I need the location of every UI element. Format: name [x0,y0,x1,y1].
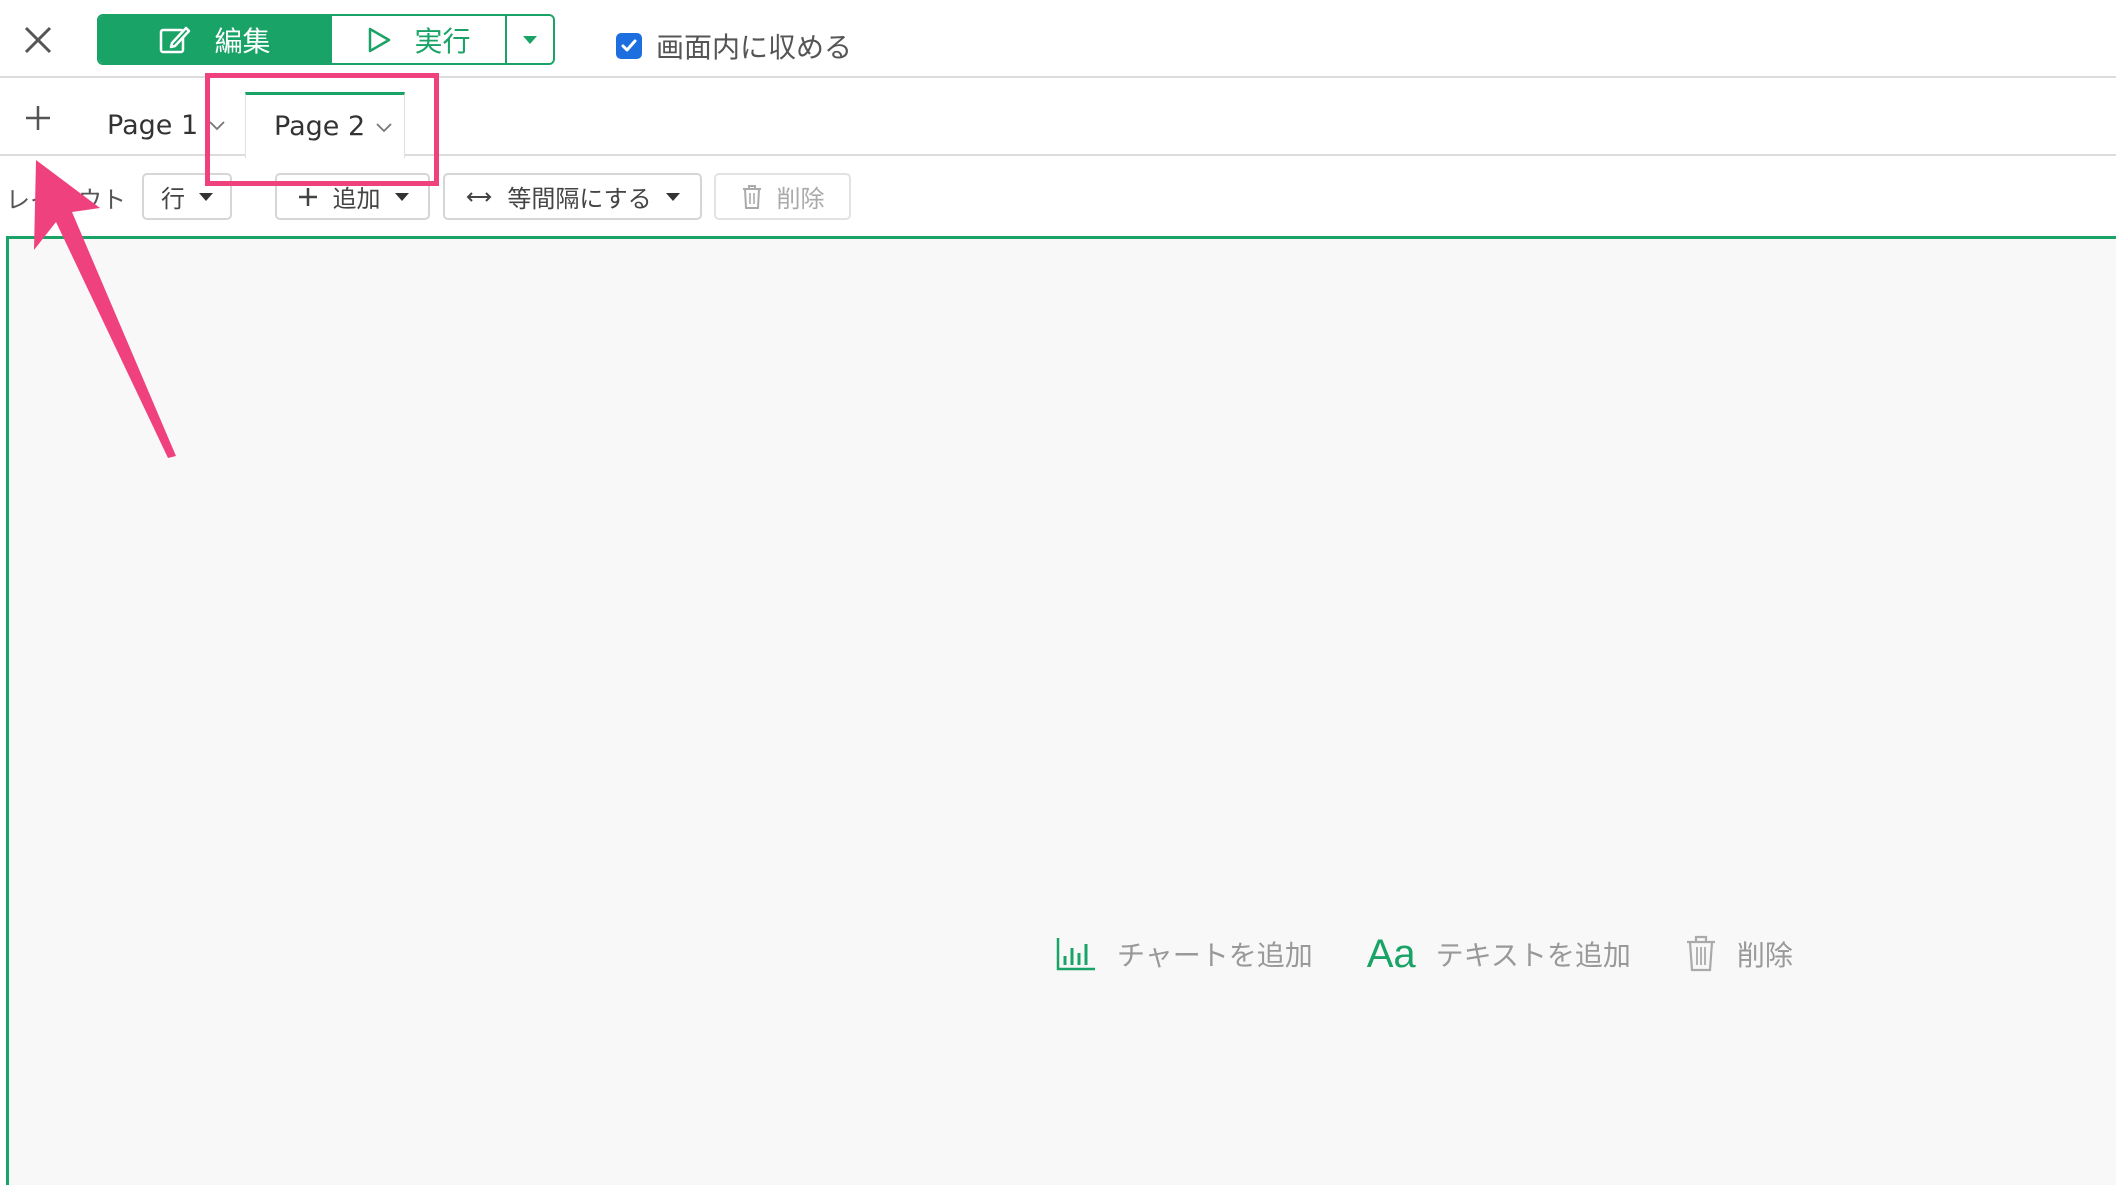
add-chart-button[interactable]: チャートを追加 [1055,934,1313,974]
text-icon: Aa [1366,932,1416,976]
plus-icon [298,187,317,206]
equal-spacing-button[interactable]: 等間隔にする [443,173,702,220]
tab-label: Page 2 [274,111,366,142]
fit-to-screen-label: 画面内に収める [656,31,853,64]
add-chart-label: チャートを追加 [1117,939,1313,972]
caret-down-icon [665,192,680,201]
chevron-down-icon[interactable] [208,119,226,131]
add-text-label: テキストを追加 [1435,939,1631,972]
empty-cell-actions: チャートを追加 Aa テキストを追加 削除 [1055,934,1847,974]
tab-label: Page 1 [107,109,199,141]
run-mode-button[interactable]: 実行 [330,16,505,63]
dashboard-canvas[interactable] [6,236,2116,1185]
delete-button[interactable]: 削除 [714,173,851,220]
checkbox-checked-icon[interactable] [616,33,642,59]
close-button[interactable] [18,20,58,60]
delete-label: 削除 [776,185,825,213]
play-icon [369,27,391,52]
trash-icon [1686,935,1715,972]
edit-mode-label: 編集 [214,24,271,58]
tab-page-2[interactable]: Page 2 [245,92,405,158]
layout-label: レイアウト [6,186,126,214]
edit-icon [160,26,191,53]
add-page-button[interactable] [20,100,56,136]
delete-cell-button[interactable]: 削除 [1685,934,1793,974]
plus-icon [26,106,50,130]
edit-mode-button[interactable]: 編集 [99,16,330,63]
fit-to-screen-checkbox[interactable]: 画面内に収める [616,26,852,66]
caret-down-icon [199,192,213,201]
add-text-button[interactable]: Aa テキストを追加 [1367,934,1631,974]
page-tab-bar: Page 1 Page 2 [0,78,2116,158]
equal-spacing-label: 等間隔にする [507,185,652,213]
layout-toolbar: レイアウト 行 追加 等間隔にする 削除 [0,158,2116,224]
run-options-dropdown[interactable] [505,16,553,63]
tab-page-1[interactable]: Page 1 [107,92,226,158]
row-label: 行 [161,185,185,213]
chevron-down-icon[interactable] [375,121,393,133]
add-label: 追加 [332,185,381,213]
add-button[interactable]: 追加 [275,173,430,220]
top-toolbar: 編集 実行 画面内に収める [0,0,2116,78]
close-icon [24,26,52,54]
caret-down-icon [523,35,537,44]
horizontal-arrows-icon [466,191,492,202]
bar-chart-icon [1056,938,1095,971]
caret-down-icon [394,192,409,201]
run-mode-label: 実行 [414,24,471,58]
mode-toggle-group: 編集 実行 [97,14,555,65]
trash-icon [742,184,761,209]
delete-cell-label: 削除 [1736,939,1793,972]
row-select-button[interactable]: 行 [142,173,232,220]
